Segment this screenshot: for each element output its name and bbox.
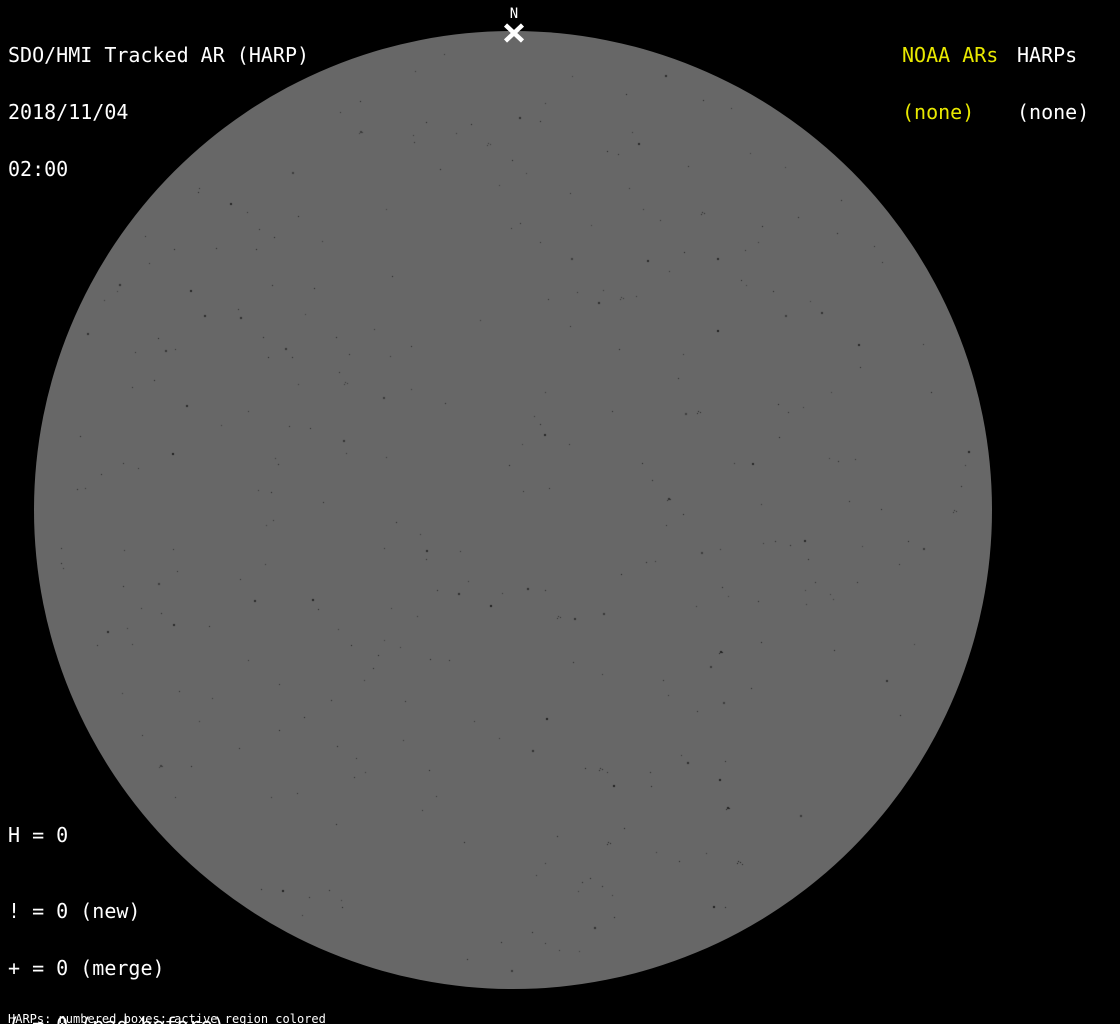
harp-count: H = 0 [8, 823, 69, 847]
harps-label: HARPs [1017, 43, 1078, 67]
legend-line-new: ! = 0 (new) [8, 899, 141, 923]
north-pole-label: N [509, 6, 519, 22]
plot-header: SDO/HMI Tracked AR (HARP) 2018/11/04 02:… [8, 8, 309, 217]
harps-status: HARPs (none) [1017, 8, 1089, 160]
solar-harp-plot: SDO/HMI Tracked AR (HARP) 2018/11/04 02:… [0, 0, 1120, 1024]
plot-date: 2018/11/04 [8, 100, 129, 124]
north-cross-icon [503, 23, 525, 43]
plot-time: 02:00 [8, 157, 69, 181]
legend-line-merge: + = 0 (merge) [8, 956, 165, 980]
noaa-ars-label: NOAA ARs [902, 43, 999, 67]
plot-title: SDO/HMI Tracked AR (HARP) [8, 43, 310, 67]
footnote: HARPs: numbered boxes; active region col… [8, 988, 427, 1024]
noaa-ars-value: (none) [902, 100, 975, 124]
footnote-harps: HARPs: numbered boxes; active region col… [8, 1012, 326, 1024]
harps-value: (none) [1017, 100, 1090, 124]
noaa-ars-status: NOAA ARs (none) [902, 8, 998, 160]
